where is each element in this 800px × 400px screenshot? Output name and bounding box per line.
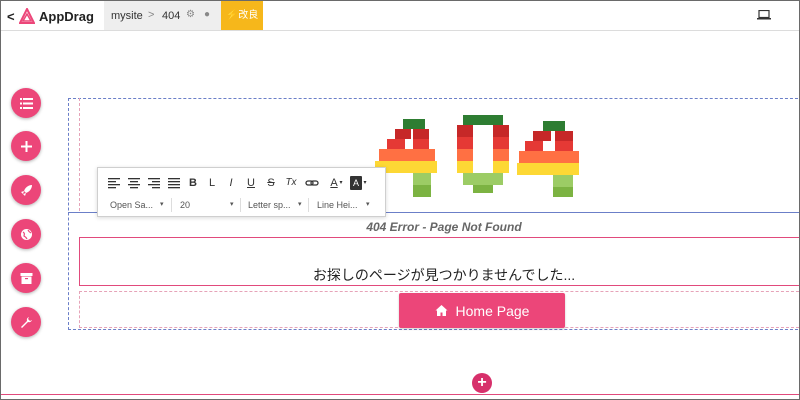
toolbar-divider <box>171 198 172 212</box>
background-color-caret[interactable]: ▾ <box>362 176 368 190</box>
breadcrumb: mysite > 404 ⚙ ● <box>104 1 221 30</box>
italic-button[interactable]: I <box>226 176 236 190</box>
home-page-button[interactable]: Home Page <box>399 293 565 328</box>
rocket-icon[interactable] <box>11 175 41 205</box>
laptop-icon[interactable] <box>757 10 771 20</box>
align-center-icon[interactable] <box>128 176 140 190</box>
home-page-label: Home Page <box>455 302 530 319</box>
gear-icon[interactable]: ⚙ <box>186 9 195 20</box>
breadcrumb-separator: > <box>148 9 155 21</box>
clear-format-button[interactable]: Tx <box>284 176 298 190</box>
align-justify-icon[interactable] <box>168 176 180 190</box>
wrench-icon[interactable] <box>11 307 41 337</box>
improve-button[interactable]: ⚡改良 <box>221 1 263 30</box>
underline-button[interactable]: U <box>246 176 256 190</box>
plus-icon[interactable] <box>11 131 41 161</box>
toolbar-divider <box>308 198 309 212</box>
list-icon[interactable] <box>11 88 41 118</box>
archive-icon[interactable] <box>11 263 41 293</box>
globe-icon[interactable] <box>11 219 41 249</box>
back-icon[interactable]: < <box>7 9 15 24</box>
font-size-select[interactable]: 20 <box>180 198 210 212</box>
section-bottom-line <box>1 394 799 395</box>
breadcrumb-page[interactable]: 404 <box>162 10 180 22</box>
not-found-message[interactable]: お探しのページが見つかりませんでした... <box>79 265 799 285</box>
chevron-down-icon[interactable]: ▾ <box>298 200 302 208</box>
link-icon[interactable] <box>305 176 319 190</box>
text-format-toolbar: B L I U S Tx A ▾ A ▾ Open Sa... ▾ 20 ▾ L… <box>97 167 386 217</box>
appdrag-logo-icon <box>19 8 35 24</box>
top-bar: < AppDrag mysite > 404 ⚙ ● ⚡改良 <box>1 1 799 31</box>
error-caption[interactable]: 404 Error - Page Not Found <box>79 220 799 234</box>
line-height-select[interactable]: Line Hei... <box>317 198 363 212</box>
bold-button[interactable]: B <box>188 176 198 190</box>
lego-404-image[interactable] <box>373 113 605 213</box>
font-family-select[interactable]: Open Sa... <box>110 198 158 212</box>
globe-icon[interactable]: ● <box>204 9 210 20</box>
chevron-down-icon[interactable]: ▾ <box>366 200 370 208</box>
add-section-button[interactable]: + <box>472 373 492 393</box>
align-right-icon[interactable] <box>148 176 160 190</box>
font-color-caret[interactable]: ▾ <box>338 176 344 190</box>
home-icon <box>435 305 448 316</box>
align-left-icon[interactable] <box>108 176 120 190</box>
strikethrough-button[interactable]: S <box>266 176 276 190</box>
toolbar-divider <box>240 198 241 212</box>
background-color-button[interactable]: A <box>350 176 362 190</box>
light-text-button[interactable]: L <box>208 176 216 190</box>
app-name[interactable]: AppDrag <box>39 9 94 24</box>
editor-window: < AppDrag mysite > 404 ⚙ ● ⚡改良 + 404 Err… <box>0 0 800 400</box>
chevron-down-icon[interactable]: ▾ <box>160 200 164 208</box>
chevron-down-icon[interactable]: ▾ <box>230 200 234 208</box>
breadcrumb-site[interactable]: mysite <box>111 10 143 22</box>
letter-spacing-select[interactable]: Letter sp... <box>248 198 296 212</box>
